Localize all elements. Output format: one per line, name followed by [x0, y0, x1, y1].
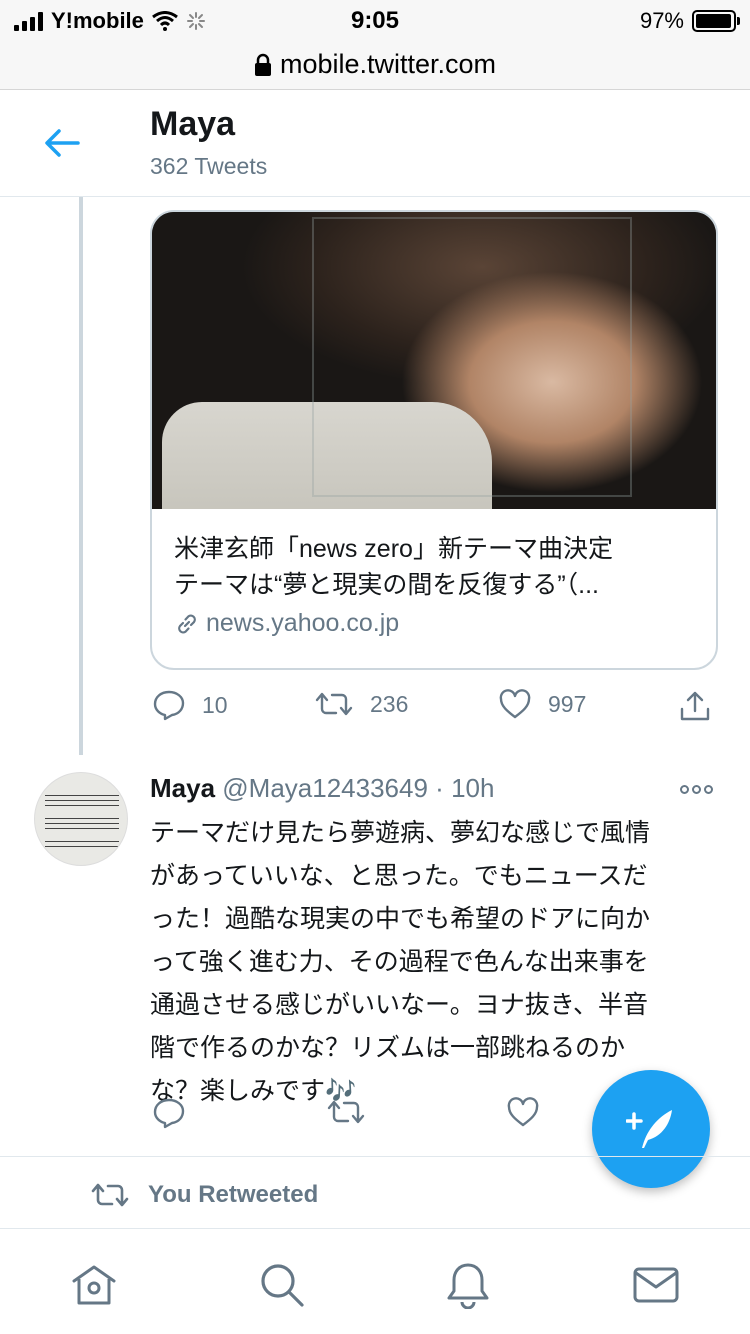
- avatar[interactable]: [34, 772, 128, 866]
- author-handle[interactable]: @Maya12433649: [222, 773, 428, 803]
- back-arrow-icon: [45, 129, 80, 157]
- reply-button[interactable]: 10: [152, 689, 228, 721]
- battery-icon: [692, 10, 740, 32]
- author-name[interactable]: Maya: [150, 773, 215, 803]
- link-card[interactable]: 米津玄師「news zero」新テーマ曲決定 テーマは“夢と現実の間を反復する”…: [150, 210, 718, 670]
- lock-icon: [254, 53, 271, 76]
- url-bar[interactable]: mobile.twitter.com: [0, 40, 750, 90]
- status-bar: Y!mobile 9:05 97%: [0, 0, 750, 40]
- retweet-icon: [315, 692, 353, 716]
- like-button[interactable]: 997: [498, 689, 586, 719]
- tweet-count: 362 Tweets: [150, 153, 268, 179]
- tweet-text-line: 通過させる感じがいいなー。ヨナ抜き、半音: [150, 991, 649, 1019]
- retweet-icon: [91, 1183, 129, 1207]
- share-button[interactable]: [678, 689, 712, 723]
- more-icon[interactable]: [680, 785, 713, 794]
- thread-line: [79, 197, 83, 755]
- url-domain: mobile.twitter.com: [279, 49, 497, 79]
- tweet-actions: 10 236 997: [150, 689, 720, 733]
- bottom-navigation: [0, 1228, 750, 1334]
- tweet-text-line: テーマだけ見たら夢遊病、夢幻な感じで風情: [150, 819, 651, 847]
- retweet-count: 236: [370, 690, 409, 717]
- profile-header: Maya 362 Tweets: [0, 91, 750, 197]
- tweet-text-line: があっていいな、と思った。でもニュースだ: [150, 862, 648, 890]
- reply-icon: [153, 1098, 185, 1129]
- tweet-text: テーマだけ見たら夢遊病、夢幻な感じで風情 があっていいな、と思った。でもニュース…: [150, 812, 720, 1113]
- notifications-icon: [447, 1263, 489, 1309]
- reply-button[interactable]: [152, 1097, 186, 1129]
- tweet-text-line: った！過酷な現実の中でも希望のドアに向か: [150, 905, 651, 933]
- divider: [0, 1156, 750, 1157]
- home-icon: [72, 1265, 116, 1305]
- nav-home[interactable]: [64, 1257, 124, 1313]
- tweet-text-line: って強く進む力、その過程で色んな出来事を: [150, 948, 649, 976]
- link-card-domain-text: news.yahoo.co.jp: [206, 609, 400, 637]
- back-button[interactable]: [36, 121, 88, 165]
- compose-button[interactable]: [592, 1070, 710, 1188]
- like-icon: [507, 1097, 539, 1127]
- link-card-image[interactable]: [152, 212, 716, 509]
- retweet-icon: [327, 1100, 365, 1124]
- tweet-time[interactable]: 10h: [451, 773, 494, 803]
- retweeted-label: You Retweeted: [148, 1181, 319, 1208]
- link-icon: [178, 614, 196, 633]
- search-icon: [261, 1264, 304, 1307]
- meta-separator: ·: [435, 773, 444, 803]
- link-card-title-line: テーマは“夢と現実の間を反復する”（...: [174, 571, 599, 599]
- reply-icon: [153, 690, 185, 721]
- share-icon: [680, 691, 710, 721]
- tweet-text-line: 階で作るのかな？リズムは一部跳ねるのか: [150, 1034, 626, 1062]
- like-icon: [499, 689, 531, 719]
- retweeted-indicator: You Retweeted: [90, 1180, 318, 1210]
- nav-notifications[interactable]: [438, 1257, 498, 1313]
- profile-name: Maya: [150, 105, 236, 143]
- messages-icon: [633, 1267, 679, 1303]
- like-count: 997: [548, 690, 587, 717]
- link-card-domain: news.yahoo.co.jp: [174, 609, 696, 638]
- compose-icon: [626, 1110, 672, 1148]
- clock: 9:05: [350, 7, 400, 34]
- tweet-header[interactable]: Maya @Maya12433649 · 10h: [150, 773, 494, 804]
- nav-search[interactable]: [252, 1257, 312, 1313]
- battery-percent: 97%: [639, 8, 684, 33]
- like-button[interactable]: [506, 1097, 540, 1127]
- reply-count: 10: [202, 691, 228, 718]
- link-card-title-line: 米津玄師「news zero」新テーマ曲決定: [174, 535, 613, 563]
- retweet-button[interactable]: 236: [314, 689, 408, 719]
- nav-messages[interactable]: [626, 1257, 686, 1313]
- link-card-title: 米津玄師「news zero」新テーマ曲決定 テーマは“夢と現実の間を反復する”…: [174, 531, 696, 603]
- retweet-button[interactable]: [326, 1097, 366, 1127]
